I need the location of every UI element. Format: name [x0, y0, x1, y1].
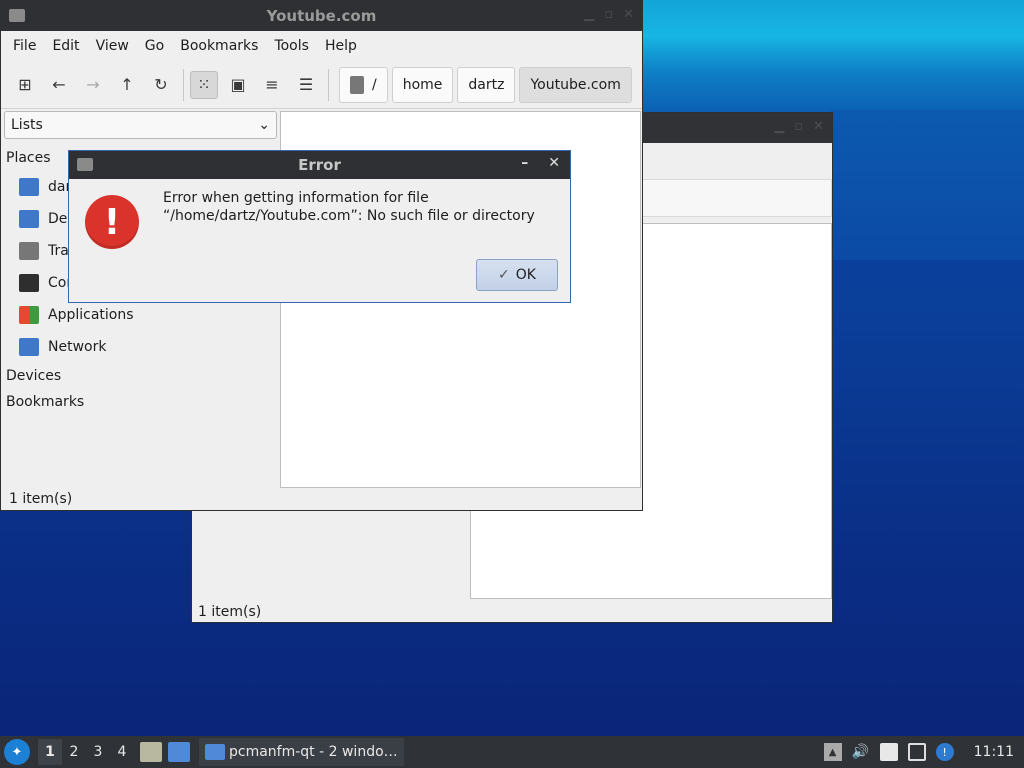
- wallpaper-wave-2: [830, 110, 1024, 260]
- side-select-value: Lists: [11, 117, 43, 133]
- compact-view-icon[interactable]: ≡: [258, 71, 286, 99]
- system-tray: ▲ 🔊 ! 11:11: [823, 736, 1024, 768]
- error-message: Error when getting information for file …: [163, 190, 535, 224]
- reload-icon[interactable]: ↻: [147, 71, 175, 99]
- minimize-icon[interactable]: ▁: [584, 7, 594, 22]
- side-pane-mode-select[interactable]: Lists ⌄: [4, 111, 277, 139]
- task-label: pcmanfm-qt - 2 windo…: [229, 744, 398, 760]
- maximize-icon[interactable]: ▫: [794, 119, 803, 134]
- close-icon[interactable]: ✕: [813, 119, 824, 134]
- menu-bar: File Edit View Go Bookmarks Tools Help: [1, 31, 642, 61]
- bookmarks-header[interactable]: Bookmarks: [1, 389, 279, 415]
- up-arrow-icon[interactable]: ↑: [113, 71, 141, 99]
- menu-tools[interactable]: Tools: [266, 38, 317, 54]
- ok-button[interactable]: ✓ OK: [476, 259, 558, 291]
- dialog-titlebar[interactable]: Error – ✕: [69, 151, 570, 179]
- crumb-root-label: /: [372, 76, 377, 93]
- menu-view[interactable]: View: [88, 38, 137, 54]
- workspace-2[interactable]: 2: [62, 739, 86, 765]
- menu-go[interactable]: Go: [137, 38, 172, 54]
- workspace-4[interactable]: 4: [110, 739, 134, 765]
- workspace-1[interactable]: 1: [38, 739, 62, 765]
- taskbar: ✦ 1 2 3 4 pcmanfm-qt - 2 windo… ▲ 🔊 ! 11…: [0, 736, 1024, 768]
- back-window-controls[interactable]: ▁ ▫ ✕: [774, 119, 824, 134]
- start-menu-icon[interactable]: ✦: [4, 739, 30, 765]
- place-applications[interactable]: Applications: [1, 299, 279, 331]
- minimize-icon[interactable]: ▁: [774, 119, 784, 134]
- crumb-dartz[interactable]: dartz: [457, 66, 516, 103]
- trash-icon: [19, 242, 39, 260]
- volume-icon[interactable]: 🔊: [852, 743, 870, 761]
- crumb-root[interactable]: /: [339, 66, 388, 103]
- dialog-controls[interactable]: – ✕: [521, 155, 560, 171]
- back-arrow-icon[interactable]: ←: [45, 71, 73, 99]
- network-monitor-icon[interactable]: [907, 743, 926, 761]
- dialog-title: Error: [298, 156, 341, 174]
- clock[interactable]: 11:11: [974, 744, 1014, 760]
- update-notifier-icon[interactable]: !: [935, 743, 954, 761]
- window-titlebar[interactable]: Youtube.com ▁ ▫ ✕: [1, 1, 642, 31]
- minimize-icon[interactable]: –: [521, 155, 528, 171]
- devices-header[interactable]: Devices: [1, 363, 279, 389]
- folder-icon: [9, 9, 25, 22]
- computer-icon: [19, 274, 39, 292]
- error-icon: !: [85, 195, 139, 249]
- taskbar-task-pcmanfm[interactable]: pcmanfm-qt - 2 windo…: [199, 738, 404, 766]
- toolbar-separator: [328, 68, 329, 101]
- toolbar: ⊞ ← → ↑ ↻ ⁙ ▣ ≡ ☰ / home dartz Youtube.c…: [1, 61, 642, 109]
- clipboard-icon[interactable]: [879, 743, 898, 761]
- check-icon: ✓: [498, 267, 510, 283]
- workspace-3[interactable]: 3: [86, 739, 110, 765]
- icon-view-icon[interactable]: ⁙: [190, 70, 218, 99]
- close-icon[interactable]: ✕: [548, 155, 560, 171]
- menu-file[interactable]: File: [5, 38, 44, 54]
- menu-edit[interactable]: Edit: [44, 38, 87, 54]
- status-bar: 1 item(s): [9, 491, 73, 507]
- toolbar-separator: [183, 68, 184, 101]
- chevron-down-icon: ⌄: [258, 117, 270, 133]
- folder-icon: [205, 744, 225, 760]
- crumb-home[interactable]: home: [391, 66, 454, 103]
- place-label: Network: [48, 339, 107, 355]
- new-tab-icon[interactable]: ⊞: [11, 71, 39, 99]
- crumb-youtube[interactable]: Youtube.com: [519, 66, 632, 103]
- menu-bookmarks[interactable]: Bookmarks: [172, 38, 266, 54]
- window-title: Youtube.com: [266, 7, 377, 25]
- close-icon[interactable]: ✕: [623, 7, 634, 22]
- thumbnail-view-icon[interactable]: ▣: [224, 71, 252, 99]
- drive-icon: [350, 75, 364, 94]
- desktop-icon: [19, 210, 39, 228]
- folder-icon: [77, 158, 93, 171]
- maximize-icon[interactable]: ▫: [604, 7, 613, 22]
- tray-up-arrow-icon[interactable]: ▲: [823, 743, 842, 761]
- back-window-status: 1 item(s): [198, 604, 262, 620]
- wallpaper-wave: [640, 0, 1024, 120]
- place-network[interactable]: Network: [1, 331, 279, 363]
- file-manager-launcher-icon[interactable]: [140, 742, 162, 762]
- ok-label: OK: [515, 267, 536, 283]
- breadcrumb: / home dartz Youtube.com: [339, 66, 636, 103]
- show-desktop-icon[interactable]: [168, 742, 190, 762]
- window-controls[interactable]: ▁ ▫ ✕: [584, 7, 634, 22]
- menu-help[interactable]: Help: [317, 38, 365, 54]
- forward-arrow-icon[interactable]: →: [79, 71, 107, 99]
- network-icon: [19, 338, 39, 356]
- detailed-list-icon[interactable]: ☰: [292, 71, 320, 99]
- error-dialog[interactable]: Error – ✕ ! Error when getting informati…: [68, 150, 571, 303]
- applications-icon: [19, 306, 39, 324]
- place-label: Applications: [48, 307, 134, 323]
- home-folder-icon: [19, 178, 39, 196]
